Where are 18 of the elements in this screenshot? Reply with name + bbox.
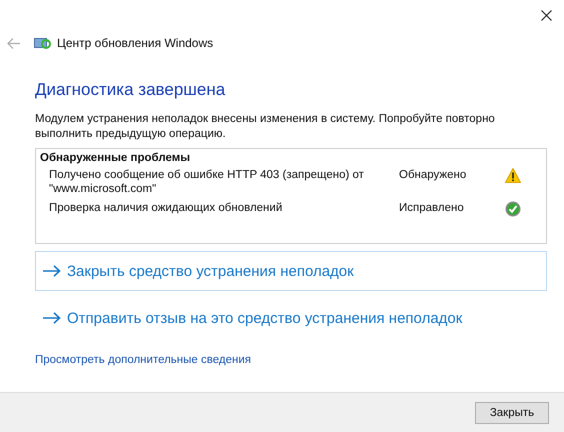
heading: Диагностика завершена	[35, 80, 226, 100]
close-icon[interactable]	[541, 10, 552, 20]
panel-title: Обнаруженные проблемы	[40, 152, 192, 164]
window-title: Центр обновления Windows	[57, 36, 214, 50]
command-link[interactable]: Закрыть средство устранения неполадок	[35, 251, 547, 291]
problem-text: Проверка наличия ожидающих обновлений	[49, 201, 284, 215]
status-text: Обнаружено	[399, 168, 468, 182]
close-button[interactable]: Закрыть	[475, 402, 549, 424]
command-link[interactable]: Отправить отзыв на это средство устранения неполадок	[35, 298, 547, 338]
arrow-icon	[43, 312, 61, 324]
status-text: Исправлено	[399, 201, 465, 215]
warning-icon	[505, 168, 521, 183]
arrow-icon	[43, 265, 61, 277]
description: Модулем устранения неполадок внесены изменения в систему. Попробуйте повторно выполнить предыдущую операцию.	[35, 112, 496, 142]
more-info-link[interactable]: Просмотреть дополнительные сведения	[35, 354, 251, 366]
update-icon	[34, 37, 51, 49]
check-icon	[505, 201, 521, 217]
problem-text: Получено сообщение об ошибке HTTP 403 (запрещено) от "www.microsoft.com"	[49, 168, 365, 196]
